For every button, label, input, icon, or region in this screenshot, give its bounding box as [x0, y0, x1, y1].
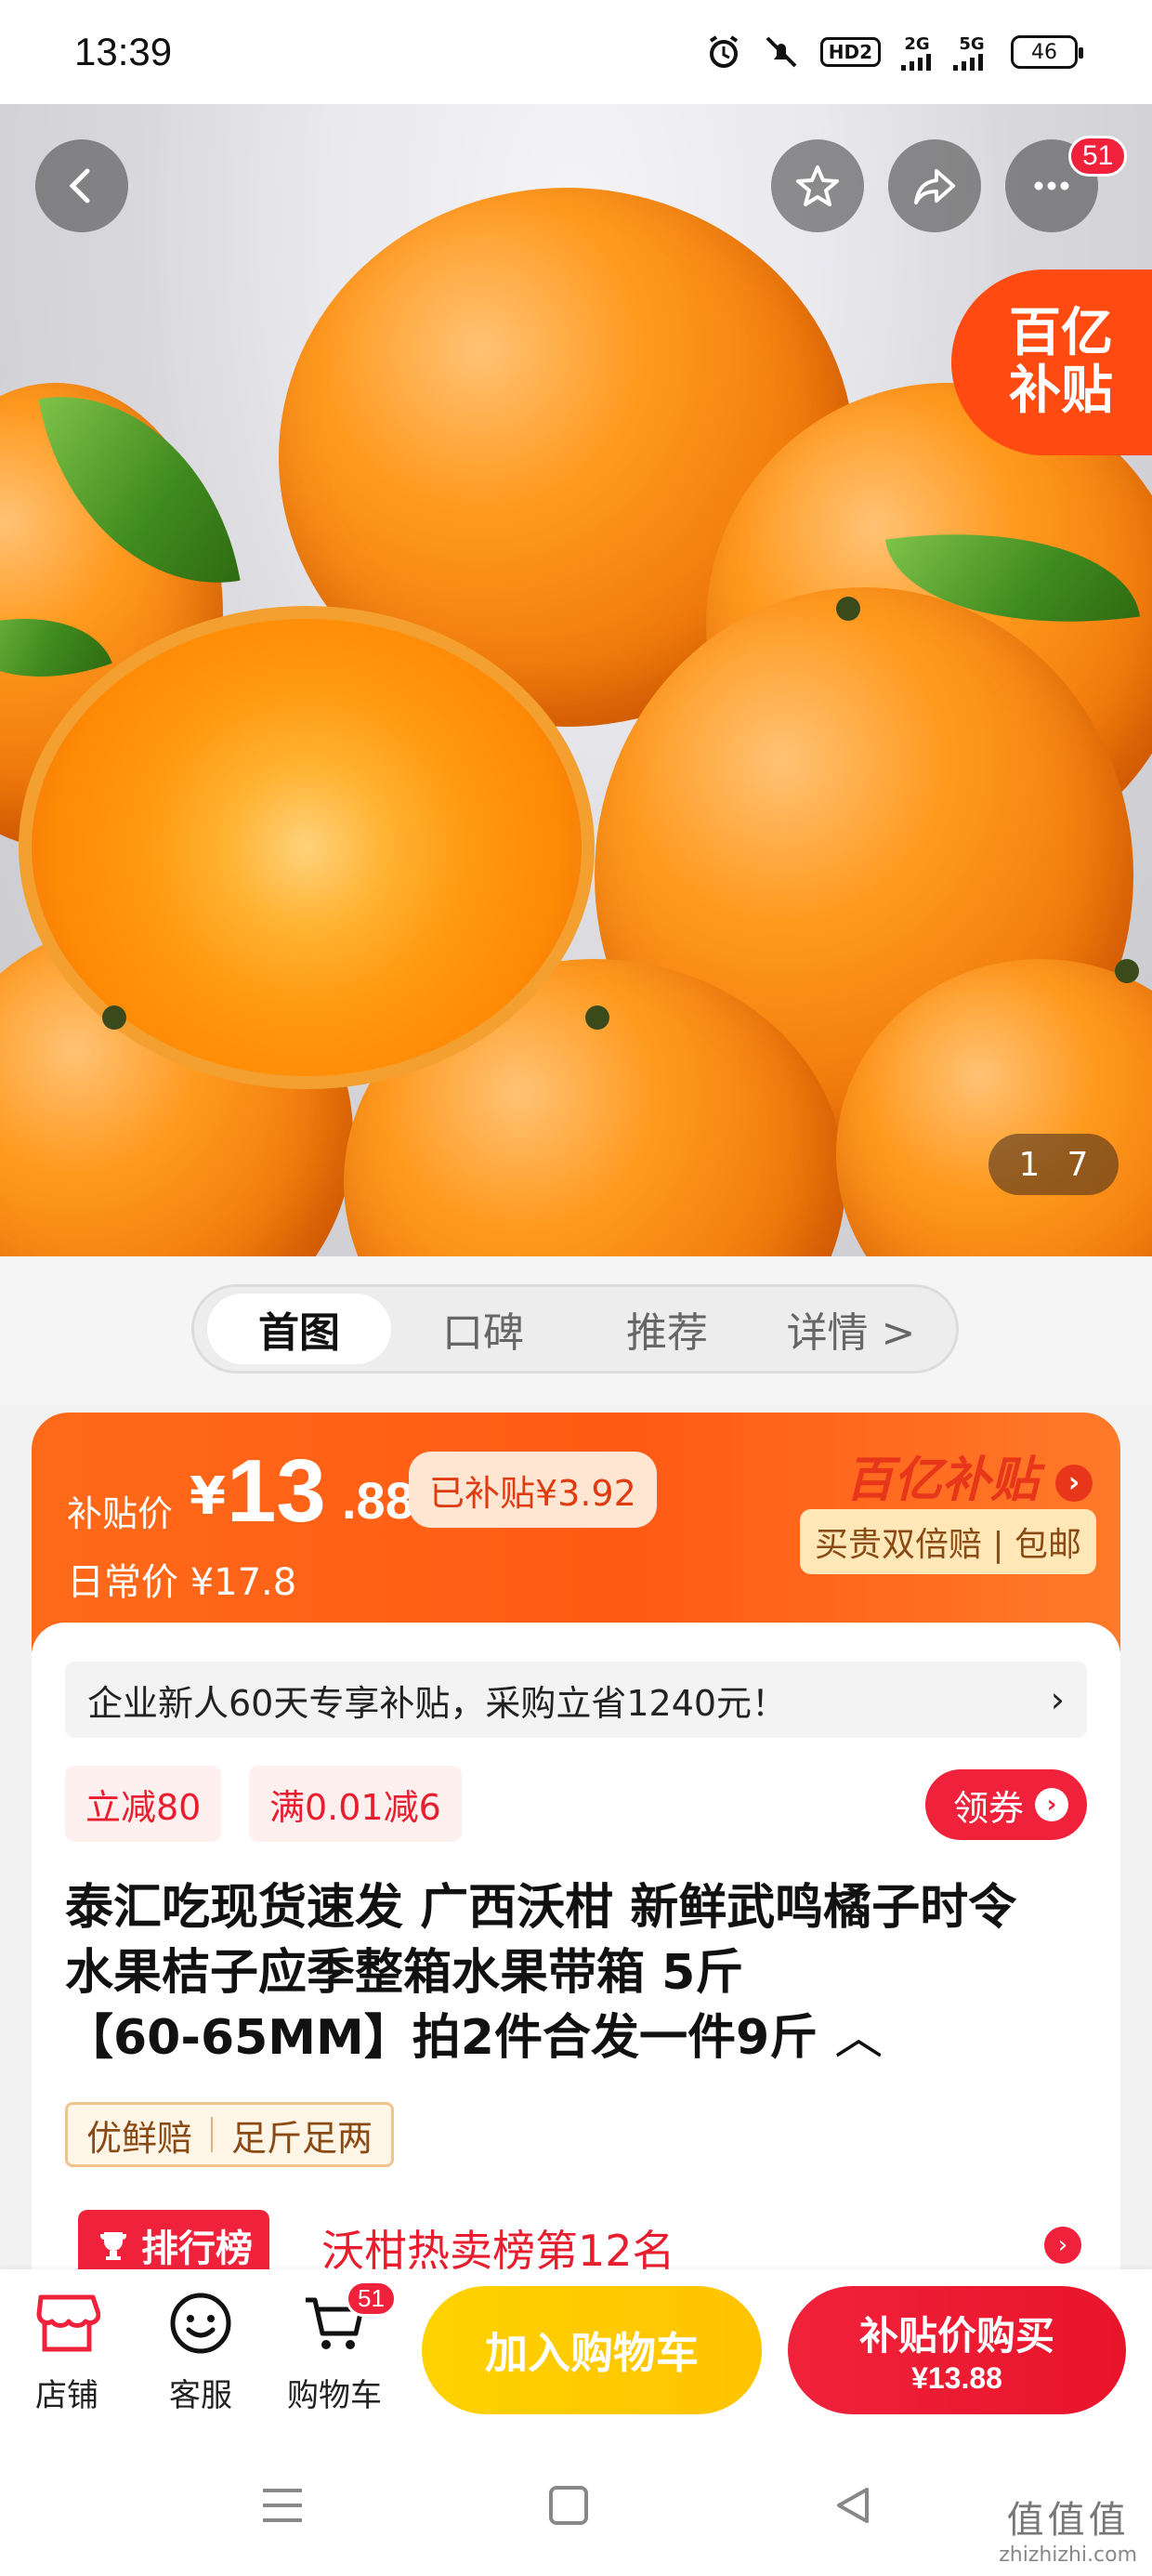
chevron-right-icon[interactable]: › [1044, 2227, 1081, 2264]
price-decimal: .88 [342, 1471, 414, 1530]
section-tabs-bar: 首图 口碑 推荐 详情 > [0, 1256, 1152, 1405]
enterprise-promo-bar[interactable]: 企业新人60天专享补贴，采购立省1240元！ › [65, 1662, 1087, 1738]
store-icon [11, 2288, 123, 2359]
product-detail-screen: { "status_bar": { "time": "13:39", "hd_l… [0, 0, 1152, 2576]
product-title-line: 泰汇吃现货速发 广西沃柑 新鲜武鸣橘子时令 [65, 1880, 1017, 1936]
subsidy-corner-badge: 百亿 补贴 [951, 269, 1152, 455]
buy-now-label: 补贴价购买 [858, 2313, 1054, 2359]
watermark-logo-text: 值值值 [1006, 2499, 1130, 2542]
hd-icon: HD2 [819, 37, 881, 67]
price-currency: ¥ [190, 1466, 226, 1527]
price-label: 补贴价 [67, 1493, 174, 1534]
add-to-cart-button[interactable]: 加入购物车 [422, 2286, 762, 2414]
signal-2g-icon: 2G [901, 34, 933, 71]
site-watermark: 值值值 zhizhizhi.com [999, 2490, 1137, 2567]
mute-icon [763, 33, 800, 71]
back-arrow-icon [69, 168, 90, 204]
subsidy-corner-line2: 补贴 [1009, 361, 1113, 421]
customer-service-button[interactable]: 客服 [145, 2288, 256, 2415]
price-card: 补贴价 ¥ 13 .88 已补贴¥3.92 日常价 ¥17.8 百亿补贴 › 买… [32, 1413, 1120, 1652]
status-bar: 13:39 HD2 2G 5G 46 [0, 0, 1152, 104]
stem-image [102, 1005, 126, 1030]
cart-button[interactable]: 51 购物车 [279, 2280, 397, 2415]
ranking-badge-label: 排行榜 [141, 2228, 253, 2270]
product-image-carousel[interactable]: 51 百亿 补贴 1 7 [0, 104, 1152, 1256]
subsidy-corner-line1: 百亿 [1009, 303, 1113, 363]
star-icon [796, 165, 839, 206]
share-button[interactable] [888, 139, 981, 232]
chat-face-icon [145, 2288, 256, 2359]
chevron-up-icon[interactable]: ︿ [834, 2010, 883, 2066]
menu-icon[interactable] [255, 2477, 310, 2533]
watermark-url: zhizhizhi.com [999, 2543, 1137, 2567]
section-tabs: 首图 口碑 推荐 详情 > [191, 1284, 959, 1373]
product-title-line: 【60-65MM】拍2件合发一件9斤 [65, 2010, 818, 2066]
bottom-action-bar: 店铺 客服 51 购物车 加入购物车 补贴价购买 ¥13.88 [0, 2269, 1152, 2427]
chevron-right-icon: › [1055, 1465, 1093, 1502]
subsidy-amount-chip: 已补贴¥3.92 [409, 1452, 657, 1528]
alarm-icon [705, 33, 742, 71]
network-2g-label: 2G [904, 33, 930, 54]
trophy-icon [100, 2232, 126, 2260]
store-label: 店铺 [35, 2377, 98, 2414]
tab-details[interactable]: 详情 > [759, 1294, 943, 1364]
page-indicator: 1 7 [988, 1134, 1119, 1195]
signal-5g-icon: 5G [953, 34, 990, 71]
product-info-card: 企业新人60天专享补贴，采购立省1240元！ › 立减80 满0.01减6 领券… [32, 1623, 1120, 2280]
cart-label: 购物车 [287, 2377, 382, 2414]
back-button[interactable] [35, 139, 128, 232]
status-icons: HD2 2G 5G 46 [705, 33, 1083, 71]
battery-icon: 46 [1011, 35, 1083, 69]
brand-subsidy-label: 百亿补贴 [844, 1452, 1039, 1508]
guarantee-badge: 买贵双倍赔 | 包邮 [799, 1509, 1096, 1574]
page-total: 7 [1067, 1145, 1089, 1184]
system-navigation-bar: 值值值 zhizhizhi.com [0, 2427, 1152, 2576]
service-tags: 优鲜赔 足斤足两 [65, 2102, 395, 2167]
buy-now-price: ¥13.88 [911, 2361, 1002, 2395]
daily-price: 日常价 ¥17.8 [67, 1561, 297, 1604]
product-title[interactable]: 泰汇吃现货速发 广西沃柑 新鲜武鸣橘子时令 水果桔子应季整箱水果带箱 5斤 【6… [65, 1875, 1096, 2070]
cart-badge: 51 [346, 2280, 397, 2317]
chevron-right-icon: › [1035, 1788, 1068, 1821]
store-button[interactable]: 店铺 [11, 2288, 123, 2415]
service-tag: 足斤足两 [231, 2117, 373, 2159]
stem-image [836, 597, 860, 621]
more-badge: 51 [1068, 136, 1128, 177]
share-icon [914, 169, 955, 204]
enterprise-promo-text: 企业新人60天专享补贴，采购立省1240元！ [87, 1682, 788, 1724]
status-time: 13:39 [74, 30, 173, 73]
stem-image [1115, 959, 1139, 983]
coupon-tag: 立减80 [65, 1766, 222, 1842]
tab-main-image[interactable]: 首图 [207, 1294, 391, 1364]
home-square-icon[interactable] [541, 2477, 596, 2533]
cart-icon: 51 [279, 2280, 397, 2359]
product-title-line-3: 【60-65MM】拍2件合发一件9斤 ︿ [65, 2005, 1096, 2070]
more-dots-icon [1034, 181, 1069, 191]
price-integer: 13 [227, 1441, 326, 1541]
service-tag: 优鲜赔 [86, 2117, 193, 2159]
get-coupon-label: 领券 [952, 1787, 1024, 1829]
get-coupon-button[interactable]: 领券 › [924, 1769, 1087, 1840]
page-current: 1 [1018, 1145, 1041, 1184]
chevron-right-icon: › [1050, 1679, 1065, 1720]
back-triangle-icon[interactable] [825, 2477, 881, 2533]
stem-image [585, 1005, 609, 1030]
buy-now-button[interactable]: 补贴价购买 ¥13.88 [788, 2286, 1126, 2414]
coupon-tag: 满0.01减6 [249, 1766, 462, 1842]
customer-service-label: 客服 [169, 2377, 232, 2414]
network-5g-label: 5G [959, 33, 985, 54]
brand-subsidy-link[interactable]: 百亿补贴 › [845, 1440, 1093, 1510]
tab-recommend[interactable]: 推荐 [575, 1294, 759, 1364]
product-title-line: 水果桔子应季整箱水果带箱 5斤 [65, 1945, 744, 2001]
favorite-button[interactable] [771, 139, 864, 232]
tab-reviews[interactable]: 口碑 [391, 1294, 575, 1364]
